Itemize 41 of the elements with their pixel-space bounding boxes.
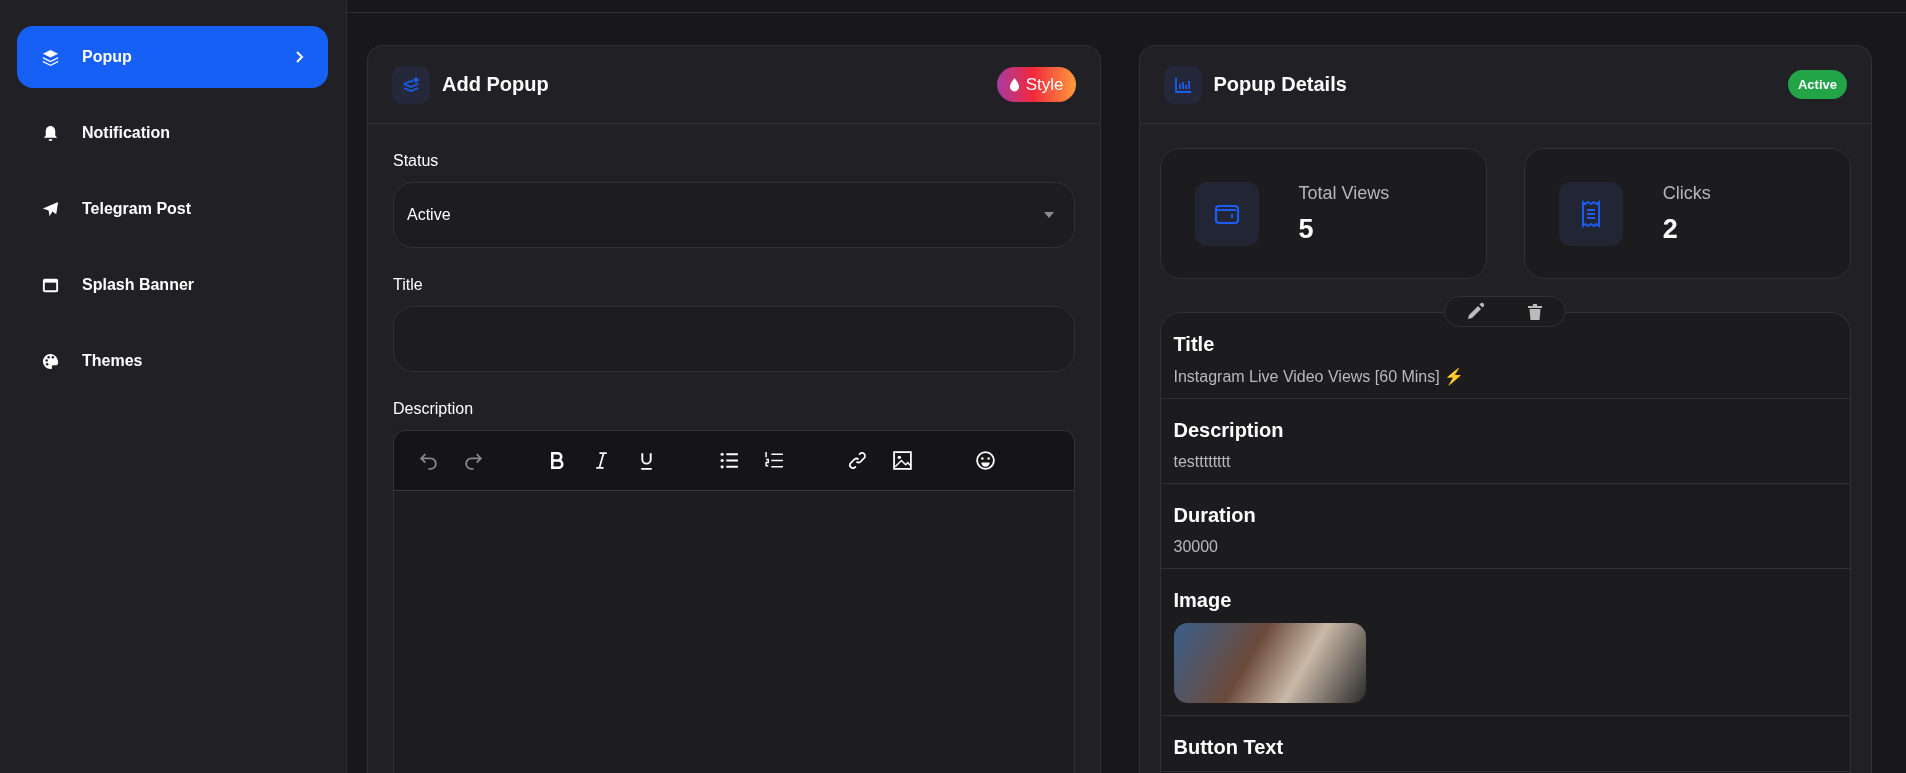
pencil-icon[interactable] bbox=[1465, 301, 1486, 322]
image-icon[interactable] bbox=[892, 450, 913, 471]
bullet-list-icon[interactable] bbox=[719, 450, 740, 471]
stat-value: 2 bbox=[1662, 213, 1679, 245]
detail-value: Instagram Live Video Views [60 Mins] ⚡ bbox=[1173, 367, 1466, 386]
detail-value: 30000 bbox=[1173, 538, 1219, 556]
status-badge: Active bbox=[1787, 70, 1847, 99]
numbered-list-icon[interactable] bbox=[764, 450, 785, 471]
receipt-icon bbox=[1558, 181, 1623, 246]
chevron-right-icon bbox=[294, 50, 304, 64]
stat-value: 5 bbox=[1298, 213, 1315, 245]
sidebar-item[interactable]: Telegram Post bbox=[17, 178, 328, 240]
sidebar-item[interactable]: Splash Banner bbox=[17, 254, 328, 316]
detail-label: Image bbox=[1173, 589, 1233, 612]
sidebar-item[interactable]: Notification bbox=[17, 102, 328, 164]
stat-label: Clicks bbox=[1662, 182, 1711, 204]
bar-chart-icon bbox=[1163, 65, 1202, 104]
layers-plus-icon bbox=[392, 65, 430, 104]
detail-label: Title bbox=[1173, 333, 1216, 356]
link-icon[interactable] bbox=[847, 450, 868, 471]
sidebar-item[interactable]: Popup bbox=[17, 26, 328, 88]
status-select[interactable]: Active bbox=[393, 182, 1075, 248]
stat-label: Total Views bbox=[1298, 182, 1390, 204]
paper-plane-icon bbox=[41, 199, 60, 219]
card-title: Popup Details bbox=[1213, 73, 1348, 96]
smiley-icon[interactable] bbox=[975, 450, 996, 471]
sidebar-item[interactable]: Themes bbox=[17, 330, 328, 392]
card-title: Add Popup bbox=[442, 73, 550, 96]
layers-icon bbox=[41, 47, 60, 67]
field-label: Status bbox=[393, 152, 440, 170]
wallet-icon bbox=[1194, 181, 1259, 246]
detail-label: Duration bbox=[1173, 504, 1257, 527]
detail-label: Button Text bbox=[1173, 736, 1285, 759]
drop-icon bbox=[1008, 77, 1020, 92]
field-label: Title bbox=[393, 276, 424, 294]
palette-icon bbox=[41, 351, 60, 371]
bell-icon bbox=[41, 123, 60, 143]
field-label: Description bbox=[393, 400, 475, 418]
caret-icon bbox=[1043, 212, 1054, 218]
detail-value: testttttttt bbox=[1173, 453, 1232, 471]
detail-label: Description bbox=[1173, 419, 1285, 442]
